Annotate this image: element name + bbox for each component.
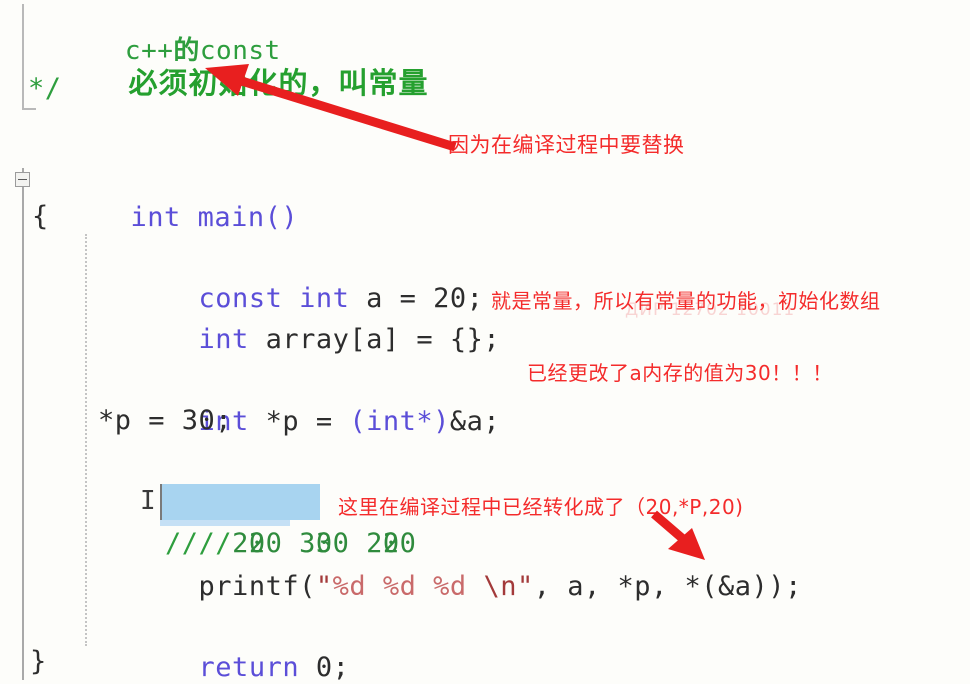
code-line-array-decl[interactable]: int array[a] = {};	[98, 278, 500, 355]
comment-output-values-overlay: 20 30 20	[232, 528, 400, 559]
printf-format-3: %d	[433, 571, 467, 602]
comment-line-3-close[interactable]: */	[28, 68, 62, 109]
keyword-int: int main()	[130, 202, 299, 233]
annotation-memory-changed: 已经更改了a内存的值为30！！！	[527, 361, 833, 385]
printf-format-2: %d	[382, 571, 417, 602]
printf-arguments: , a, *p, *(&a));	[533, 571, 802, 602]
printf-quote-close: "	[516, 571, 534, 602]
printf-quote-open: "	[315, 571, 333, 602]
comment-cn-sentence: 必须初始化的，叫常量	[128, 66, 429, 100]
code-line-pointer-assign[interactable]: *p = 30;	[98, 400, 232, 441]
printf-space-2	[416, 571, 433, 602]
cast-int-pointer: (int*)	[349, 406, 450, 437]
printf-space-3	[467, 571, 484, 602]
return-value: 0;	[299, 652, 350, 683]
caret-gap-spacer	[215, 528, 232, 559]
printf-space-1	[366, 571, 383, 602]
code-editor-screenshot: c++的const 必须初始化的，叫常量 */ int main() { con…	[0, 0, 970, 684]
array-decl-rest: array[a] = {};	[248, 324, 501, 355]
pointer-decl-tail: &a;	[449, 406, 501, 437]
printf-function-name: printf(	[198, 571, 316, 602]
code-line-brace-close[interactable]: }	[30, 641, 47, 682]
annotation-constant-function: 就是常量，所以有常量的功能，初始化数组	[491, 289, 881, 313]
annotation-compile-replace: 因为在编译过程中要替换	[448, 133, 685, 157]
code-lines: c++的const 必须初始化的，叫常量 */ int main() { con…	[0, 0, 970, 684]
comment-slashes-overlay: //	[165, 528, 216, 559]
code-line-const-decl[interactable]: const int a = 20;	[98, 237, 483, 314]
code-line-brace-open[interactable]: {	[32, 196, 49, 237]
code-line-main-signature[interactable]: int main()	[30, 156, 298, 233]
comment-line-2[interactable]: 必须初始化的，叫常量	[28, 22, 429, 100]
code-line-return[interactable]: return 0;	[98, 606, 349, 683]
keyword-int-array: int	[198, 324, 249, 355]
code-line-pointer-decl[interactable]: int *p = (int*)&a;	[98, 360, 500, 437]
mouse-ibeam-cursor: I	[140, 486, 156, 516]
printf-format-1: %d	[332, 571, 367, 602]
pointer-decl-mid: *p =	[248, 406, 350, 437]
printf-escape-newline: \n	[483, 571, 517, 602]
keyword-return: return	[198, 652, 300, 683]
